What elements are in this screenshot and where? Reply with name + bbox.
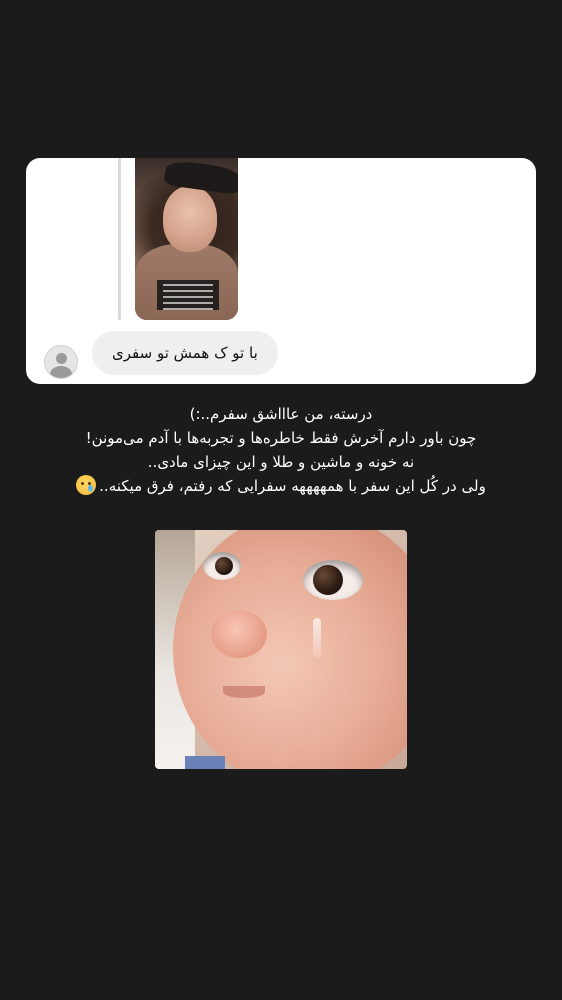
crying-baby-photo (155, 530, 407, 769)
baby-right-eye (303, 560, 363, 600)
caption-line-3: نه خونه و ماشین و طلا و این چیزای مادی.. (147, 453, 415, 471)
reply-message-text: با تو ک همش تو سفری (112, 344, 258, 362)
baby-tear (313, 618, 321, 658)
avatar-head (56, 353, 67, 364)
baby-nose (211, 610, 267, 658)
caption-line-4-wrap: ولی در کُل این سفر با همههههه سفرایی که … (40, 474, 522, 498)
story-view: با تو ک همش تو سفری درسته، من عاااشق سفر… (0, 0, 562, 1000)
avatar-body (50, 366, 72, 378)
quote-line (118, 158, 121, 320)
baby-shirt (185, 756, 225, 769)
replied-story-thumbnail[interactable] (135, 158, 238, 320)
story-caption: درسته، من عاااشق سفرم..:) چون باور دارم … (40, 402, 522, 498)
caption-line-4: ولی در کُل این سفر با همههههه سفرایی که … (99, 477, 486, 495)
thumbnail-text-overlay (157, 280, 219, 310)
caption-line-1: درسته، من عاااشق سفرم..:) (189, 405, 373, 423)
baby-mouth (223, 686, 265, 698)
crying-face-icon (76, 475, 97, 495)
baby-face (173, 530, 407, 769)
caption-line-2: چون باور دارم آخرش فقط خاطره‌ها و تجربه‌… (85, 429, 477, 447)
reply-message-bubble: با تو ک همش تو سفری (92, 331, 278, 375)
baby-left-eye (203, 552, 241, 580)
sender-avatar[interactable] (44, 345, 78, 379)
thumbnail-face (163, 186, 217, 252)
